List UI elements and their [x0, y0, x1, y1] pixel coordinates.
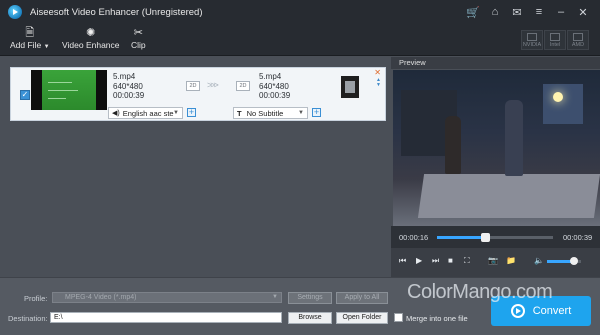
app-title: Aiseesoft Video Enhancer (Unregistered)	[30, 6, 203, 18]
folder-icon[interactable]: 📁	[506, 256, 516, 265]
output-duration: 00:00:39	[259, 91, 291, 100]
snapshot-icon[interactable]: 📷	[488, 256, 498, 265]
source-info: 5.mp4 640*480 00:00:39	[113, 72, 144, 101]
playback-controls: ⏮ ▶ ⏭ ■ ⛶ 📷 📁 🔈	[391, 248, 600, 277]
output-filename: 5.mp4	[259, 72, 282, 81]
current-time: 00:00:16	[399, 233, 429, 242]
merge-label: Merge into one file	[406, 314, 468, 323]
remove-file-icon[interactable]: ✕	[374, 68, 381, 77]
profile-label: Profile:	[24, 294, 48, 303]
source-duration: 00:00:39	[113, 91, 145, 100]
fullscreen-icon[interactable]: ⛶	[464, 256, 470, 266]
file-item[interactable]: ✓ 5.mp4 640*480 00:00:39 2D >>> 2D 5.mp4…	[10, 67, 386, 121]
convert-icon	[510, 304, 525, 318]
convert-label: Convert	[532, 305, 572, 317]
app-logo-icon	[8, 5, 22, 19]
merge-checkbox[interactable]	[394, 313, 403, 322]
title-bar: Aiseesoft Video Enhancer (Unregistered) …	[0, 0, 600, 24]
add-subtitle-button[interactable]: +	[312, 108, 321, 117]
output-info: 5.mp4 640*480 00:00:39	[259, 72, 290, 101]
palette-icon: ✺	[86, 27, 96, 39]
subtitle-select[interactable]: T No Subtitle ▼	[233, 107, 308, 119]
clip-label: Clip	[131, 40, 146, 50]
subtitle-icon: T	[237, 108, 242, 118]
speaker-icon: ◀)	[112, 110, 120, 117]
destination-label: Destination:	[8, 314, 48, 323]
add-file-button[interactable]: 🗎 Add File ▼	[10, 26, 50, 50]
nvidia-accel-icon: NVIDIA	[521, 30, 543, 50]
audio-track-select[interactable]: ◀) English aac ste ▼	[108, 107, 183, 119]
subtitle-value: No Subtitle	[246, 108, 284, 118]
preview-header: Preview	[391, 57, 600, 69]
volume-icon[interactable]: 🔈	[534, 256, 544, 265]
menu-icon[interactable]: ≡	[528, 4, 550, 20]
open-folder-button[interactable]: Open Folder	[336, 312, 388, 324]
seek-progress	[437, 236, 485, 239]
minimize-button[interactable]: –	[550, 4, 572, 20]
profile-value: MPEG-4 Video (*.mp4)	[65, 294, 137, 301]
intel-accel-icon: Intel	[544, 30, 566, 50]
chevron-down-icon: ▼	[272, 294, 278, 300]
move-arrows-icon[interactable]: ▲ ▼	[376, 78, 381, 88]
source-filename: 5.mp4	[113, 72, 136, 81]
stop-icon[interactable]: ■	[448, 256, 453, 265]
video-enhance-label: Video Enhance	[62, 40, 120, 50]
chevron-down-icon: ▼	[173, 110, 179, 116]
add-file-label: Add File ▼	[10, 40, 50, 50]
output-2d-badge: 2D	[236, 81, 250, 91]
audio-track-value: English aac ste	[122, 108, 174, 118]
feedback-icon[interactable]: ✉	[506, 4, 528, 20]
home-icon[interactable]: ⌂	[484, 4, 506, 20]
volume-handle[interactable]	[570, 257, 579, 265]
apply-to-all-button[interactable]: Apply to All	[336, 292, 388, 304]
chevron-down-icon: ▼	[298, 110, 304, 116]
timeline: 00:00:16 00:00:39	[391, 226, 600, 248]
video-enhance-button[interactable]: ✺ Video Enhance	[62, 26, 120, 50]
film-edit-icon[interactable]	[341, 76, 359, 98]
cart-icon[interactable]: 🛒	[462, 4, 484, 20]
add-audio-button[interactable]: +	[187, 108, 196, 117]
video-thumbnail	[31, 70, 107, 110]
close-button[interactable]: ✕	[572, 4, 594, 20]
scissors-icon: ✂	[133, 27, 143, 39]
profile-select[interactable]: MPEG-4 Video (*.mp4) ▼	[52, 292, 282, 303]
watermark: ColorMango.com	[407, 281, 553, 303]
toolbar: 🗎 Add File ▼ ✺ Video Enhance ✂ Clip NVID…	[0, 24, 600, 56]
file-checkbox[interactable]: ✓	[20, 90, 30, 100]
convert-arrows-icon: >>>	[207, 80, 219, 90]
file-list: ✓ 5.mp4 640*480 00:00:39 2D >>> 2D 5.mp4…	[0, 57, 391, 277]
next-icon[interactable]: ⏭	[432, 256, 439, 266]
total-time: 00:00:39	[563, 233, 593, 242]
window-controls: 🛒 ⌂ ✉ ≡ – ✕	[462, 4, 594, 20]
seek-slider[interactable]	[437, 233, 553, 242]
preview-video	[393, 70, 600, 226]
volume-slider[interactable]	[547, 257, 581, 265]
source-resolution: 640*480	[113, 81, 143, 91]
output-resolution: 640*480	[259, 81, 289, 91]
settings-button[interactable]: Settings	[288, 292, 332, 304]
chevron-down-icon[interactable]: ▼	[44, 44, 50, 50]
browse-button[interactable]: Browse	[288, 312, 332, 324]
clip-button[interactable]: ✂ Clip	[131, 26, 146, 50]
previous-icon[interactable]: ⏮	[399, 256, 406, 266]
amd-accel-icon: AMD	[567, 30, 589, 50]
seek-handle[interactable]	[480, 233, 490, 242]
destination-input[interactable]: E:\	[50, 312, 282, 323]
add-file-icon: 🗎	[25, 27, 35, 39]
play-icon[interactable]: ▶	[416, 256, 422, 265]
source-2d-badge: 2D	[186, 81, 200, 91]
